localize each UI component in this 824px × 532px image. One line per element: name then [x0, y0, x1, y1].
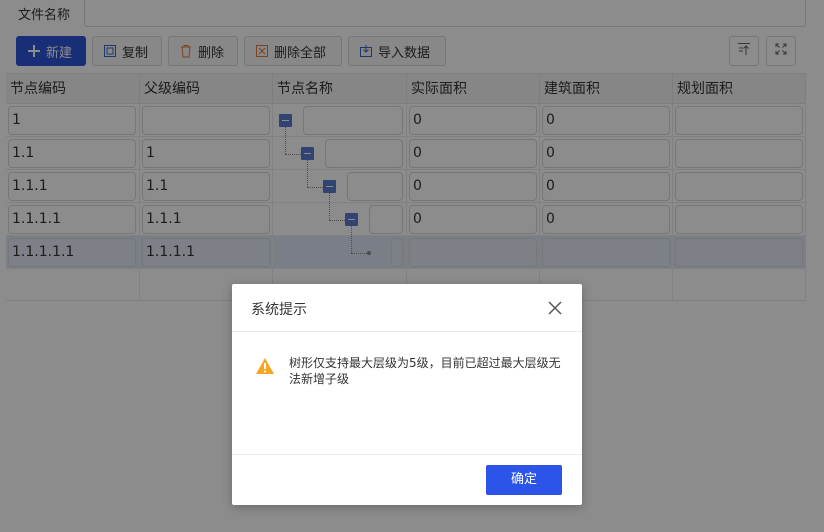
- dialog-message: 树形仅支持最大层级为5级，目前已超过最大层级无法新增子级: [289, 356, 561, 386]
- system-alert-dialog: 系统提示 树形仅支持最大层级为5级，目前已超过最大层级无法新增子级 确定: [232, 284, 582, 505]
- warning-icon: [255, 357, 275, 375]
- confirm-button[interactable]: 确定: [486, 465, 562, 495]
- close-icon[interactable]: [546, 299, 564, 317]
- dialog-title: 系统提示: [251, 302, 307, 318]
- tree-table-editor: 文件名称 新建 复制 删除 删除全部 导入数据 节点编码 父级编码 节点名称 实…: [0, 0, 824, 532]
- dialog-body: 树形仅支持最大层级为5级，目前已超过最大层级无法新增子级: [232, 332, 582, 454]
- dialog-header: 系统提示: [232, 284, 582, 332]
- dialog-footer: 确定: [232, 454, 582, 505]
